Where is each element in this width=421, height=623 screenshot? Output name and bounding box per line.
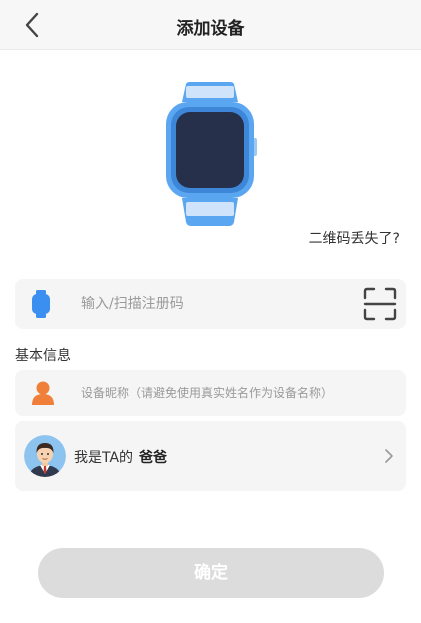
relation-prefix: 我是TA的 [74,450,134,466]
lost-qr-code-link[interactable]: 二维码丢失了? [309,228,400,248]
confirm-button[interactable]: 确定 [38,548,384,598]
relation-value: 爸爸 [139,450,168,466]
nav-bar: 添加设备 [0,0,421,50]
relation-label: 我是TA的 爸爸 [74,447,167,467]
dad-avatar-icon [24,435,66,477]
scan-button[interactable] [363,287,397,321]
scan-icon [363,287,397,321]
person-icon [32,381,54,405]
chevron-right-icon [385,449,393,463]
nickname-input[interactable] [81,370,391,416]
page-title: 添加设备 [176,19,245,39]
basic-info-heading: 基本信息 [15,348,71,364]
nickname-field [15,370,406,416]
registration-code-input[interactable] [81,279,351,329]
watch-icon [32,290,50,318]
registration-code-field [15,279,406,329]
smartwatch-icon [160,80,260,230]
relation-selector[interactable]: 我是TA的 爸爸 [15,421,406,491]
